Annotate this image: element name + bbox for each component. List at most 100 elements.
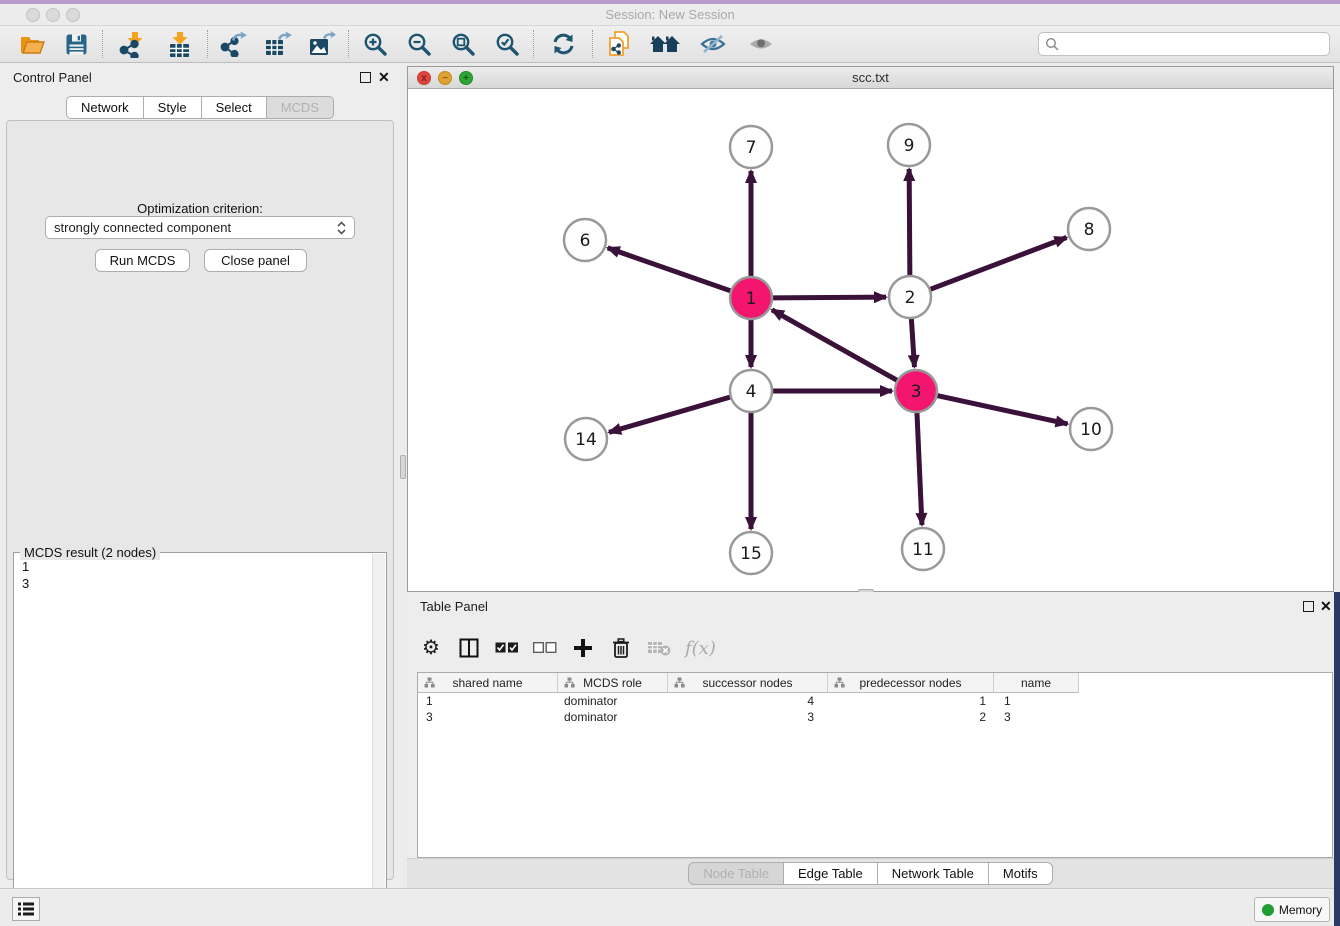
graph-edge-3-1[interactable] [772, 310, 898, 381]
tab-mcds[interactable]: MCDS [267, 96, 334, 119]
function-builder-button[interactable]: f(x) [685, 635, 716, 661]
graph-edge-1-2[interactable] [772, 297, 886, 298]
table-cell[interactable]: 1 [994, 693, 1079, 709]
close-panel-button[interactable]: Close panel [204, 249, 307, 272]
export-image-button[interactable] [300, 28, 344, 60]
search-icon [1045, 37, 1059, 51]
open-folder-icon [19, 33, 46, 56]
mcds-result-list[interactable]: 13 [15, 556, 371, 926]
result-scrollbar[interactable] [372, 554, 385, 926]
checked-boxes-icon [495, 642, 519, 654]
unselect-all-columns-button[interactable] [533, 635, 557, 661]
network-view-window: x − + scc.txt 7968124314101511 [407, 66, 1334, 592]
tab-motifs[interactable]: Motifs [989, 862, 1053, 885]
table-cell[interactable]: 1 [418, 693, 558, 709]
graph-edge-3-11[interactable] [917, 412, 922, 525]
import-network-button[interactable] [107, 28, 155, 60]
float-table-panel-icon[interactable] [1303, 601, 1314, 612]
column-header-successor-nodes[interactable]: successor nodes [668, 673, 828, 693]
window-close-button[interactable] [26, 8, 40, 22]
search-input[interactable] [1063, 34, 1323, 54]
show-networks-overview-button[interactable] [641, 28, 689, 60]
graph-edge-1-6[interactable] [608, 248, 732, 291]
tab-edge-table[interactable]: Edge Table [784, 862, 878, 885]
window-zoom-button[interactable] [66, 8, 80, 22]
close-panel-icon[interactable]: ✕ [378, 69, 390, 86]
network-graph[interactable]: 7968124314101511 [408, 89, 1333, 591]
column-header-shared-name[interactable]: shared name [418, 673, 558, 693]
network-window-titlebar[interactable]: x − + scc.txt [408, 67, 1333, 89]
optimization-criterion-label: Optimization criterion: [7, 201, 393, 216]
tab-network-table[interactable]: Network Table [878, 862, 989, 885]
show-columns-button[interactable] [457, 635, 481, 661]
clone-network-button[interactable] [597, 28, 641, 60]
import-table-button[interactable] [155, 28, 203, 60]
open-session-button[interactable] [10, 28, 54, 60]
table-panel-title: Table Panel [420, 599, 488, 614]
column-header-MCDS-role[interactable]: MCDS role [558, 673, 668, 693]
clone-network-icon [606, 30, 632, 58]
show-hidden-button[interactable] [737, 28, 785, 60]
result-line: 3 [22, 575, 364, 592]
main-toolbar [0, 26, 1340, 63]
column-header-predecessor-nodes[interactable]: predecessor nodes [828, 673, 994, 693]
zoom-fit-button[interactable] [441, 28, 485, 60]
select-all-columns-button[interactable] [495, 635, 519, 661]
graph-edge-3-10[interactable] [937, 395, 1068, 423]
zoom-in-button[interactable] [353, 28, 397, 60]
table-settings-button[interactable]: ⚙ [419, 635, 443, 661]
tab-style[interactable]: Style [144, 96, 202, 119]
hide-selected-button[interactable] [689, 28, 737, 60]
table-cell[interactable]: dominator [558, 693, 668, 709]
columns-icon [459, 638, 479, 658]
table-cell[interactable]: 3 [668, 709, 828, 725]
zoom-selected-button[interactable] [485, 28, 529, 60]
table-row[interactable]: 1dominator411 [418, 693, 1332, 709]
float-panel-icon[interactable] [360, 72, 371, 83]
table-tabstrip: Node TableEdge TableNetwork TableMotifs [407, 858, 1334, 888]
graph-node-label: 10 [1080, 420, 1102, 440]
table-cell[interactable]: 2 [828, 709, 994, 725]
table-cell[interactable]: 3 [994, 709, 1079, 725]
table-cell[interactable]: dominator [558, 709, 668, 725]
tab-node-table[interactable]: Node Table [688, 862, 784, 885]
close-table-panel-icon[interactable]: ✕ [1320, 598, 1332, 615]
tab-select[interactable]: Select [202, 96, 267, 119]
task-history-button[interactable] [12, 897, 40, 921]
graph-node-label: 9 [904, 136, 915, 156]
table-cell[interactable]: 3 [418, 709, 558, 725]
add-column-button[interactable] [571, 635, 595, 661]
run-mcds-button[interactable]: Run MCDS [95, 249, 190, 272]
control-panel-header: Control Panel ✕ [0, 63, 400, 91]
graph-node-label: 4 [746, 382, 757, 402]
criterion-dropdown[interactable]: strongly connected component [45, 216, 355, 239]
graph-edge-4-14[interactable] [609, 397, 731, 432]
column-header-name[interactable]: name [994, 673, 1079, 693]
table-row[interactable]: 3dominator323 [418, 709, 1332, 725]
table-cell[interactable]: 4 [668, 693, 828, 709]
graph-node-label: 1 [746, 289, 757, 309]
graph-edge-2-8[interactable] [930, 238, 1067, 290]
network-canvas[interactable]: 7968124314101511 [408, 89, 1333, 591]
export-network-button[interactable] [212, 28, 256, 60]
window-minimize-button[interactable] [46, 8, 60, 22]
control-panel-tabs: NetworkStyleSelectMCDS [0, 96, 400, 119]
vertical-splitter-handle[interactable] [400, 455, 406, 479]
zoom-out-button[interactable] [397, 28, 441, 60]
search-field[interactable] [1038, 32, 1330, 56]
delete-columns-button[interactable] [609, 635, 633, 661]
graph-node-label: 2 [905, 288, 916, 308]
delete-table-button[interactable] [647, 635, 671, 661]
save-session-button[interactable] [54, 28, 98, 60]
graph-edge-2-3[interactable] [911, 318, 914, 367]
refresh-network-button[interactable] [538, 28, 588, 60]
table-cell[interactable]: 1 [828, 693, 994, 709]
tab-network[interactable]: Network [66, 96, 144, 119]
refresh-icon [551, 32, 576, 56]
export-table-button[interactable] [256, 28, 300, 60]
graph-edge-2-9[interactable] [909, 169, 910, 276]
memory-button[interactable]: Memory [1254, 897, 1330, 922]
node-table[interactable]: shared nameMCDS rolesuccessor nodesprede… [417, 672, 1333, 858]
zoom-in-icon [363, 32, 388, 57]
table-panel: Table Panel ✕ ⚙ [407, 592, 1334, 888]
